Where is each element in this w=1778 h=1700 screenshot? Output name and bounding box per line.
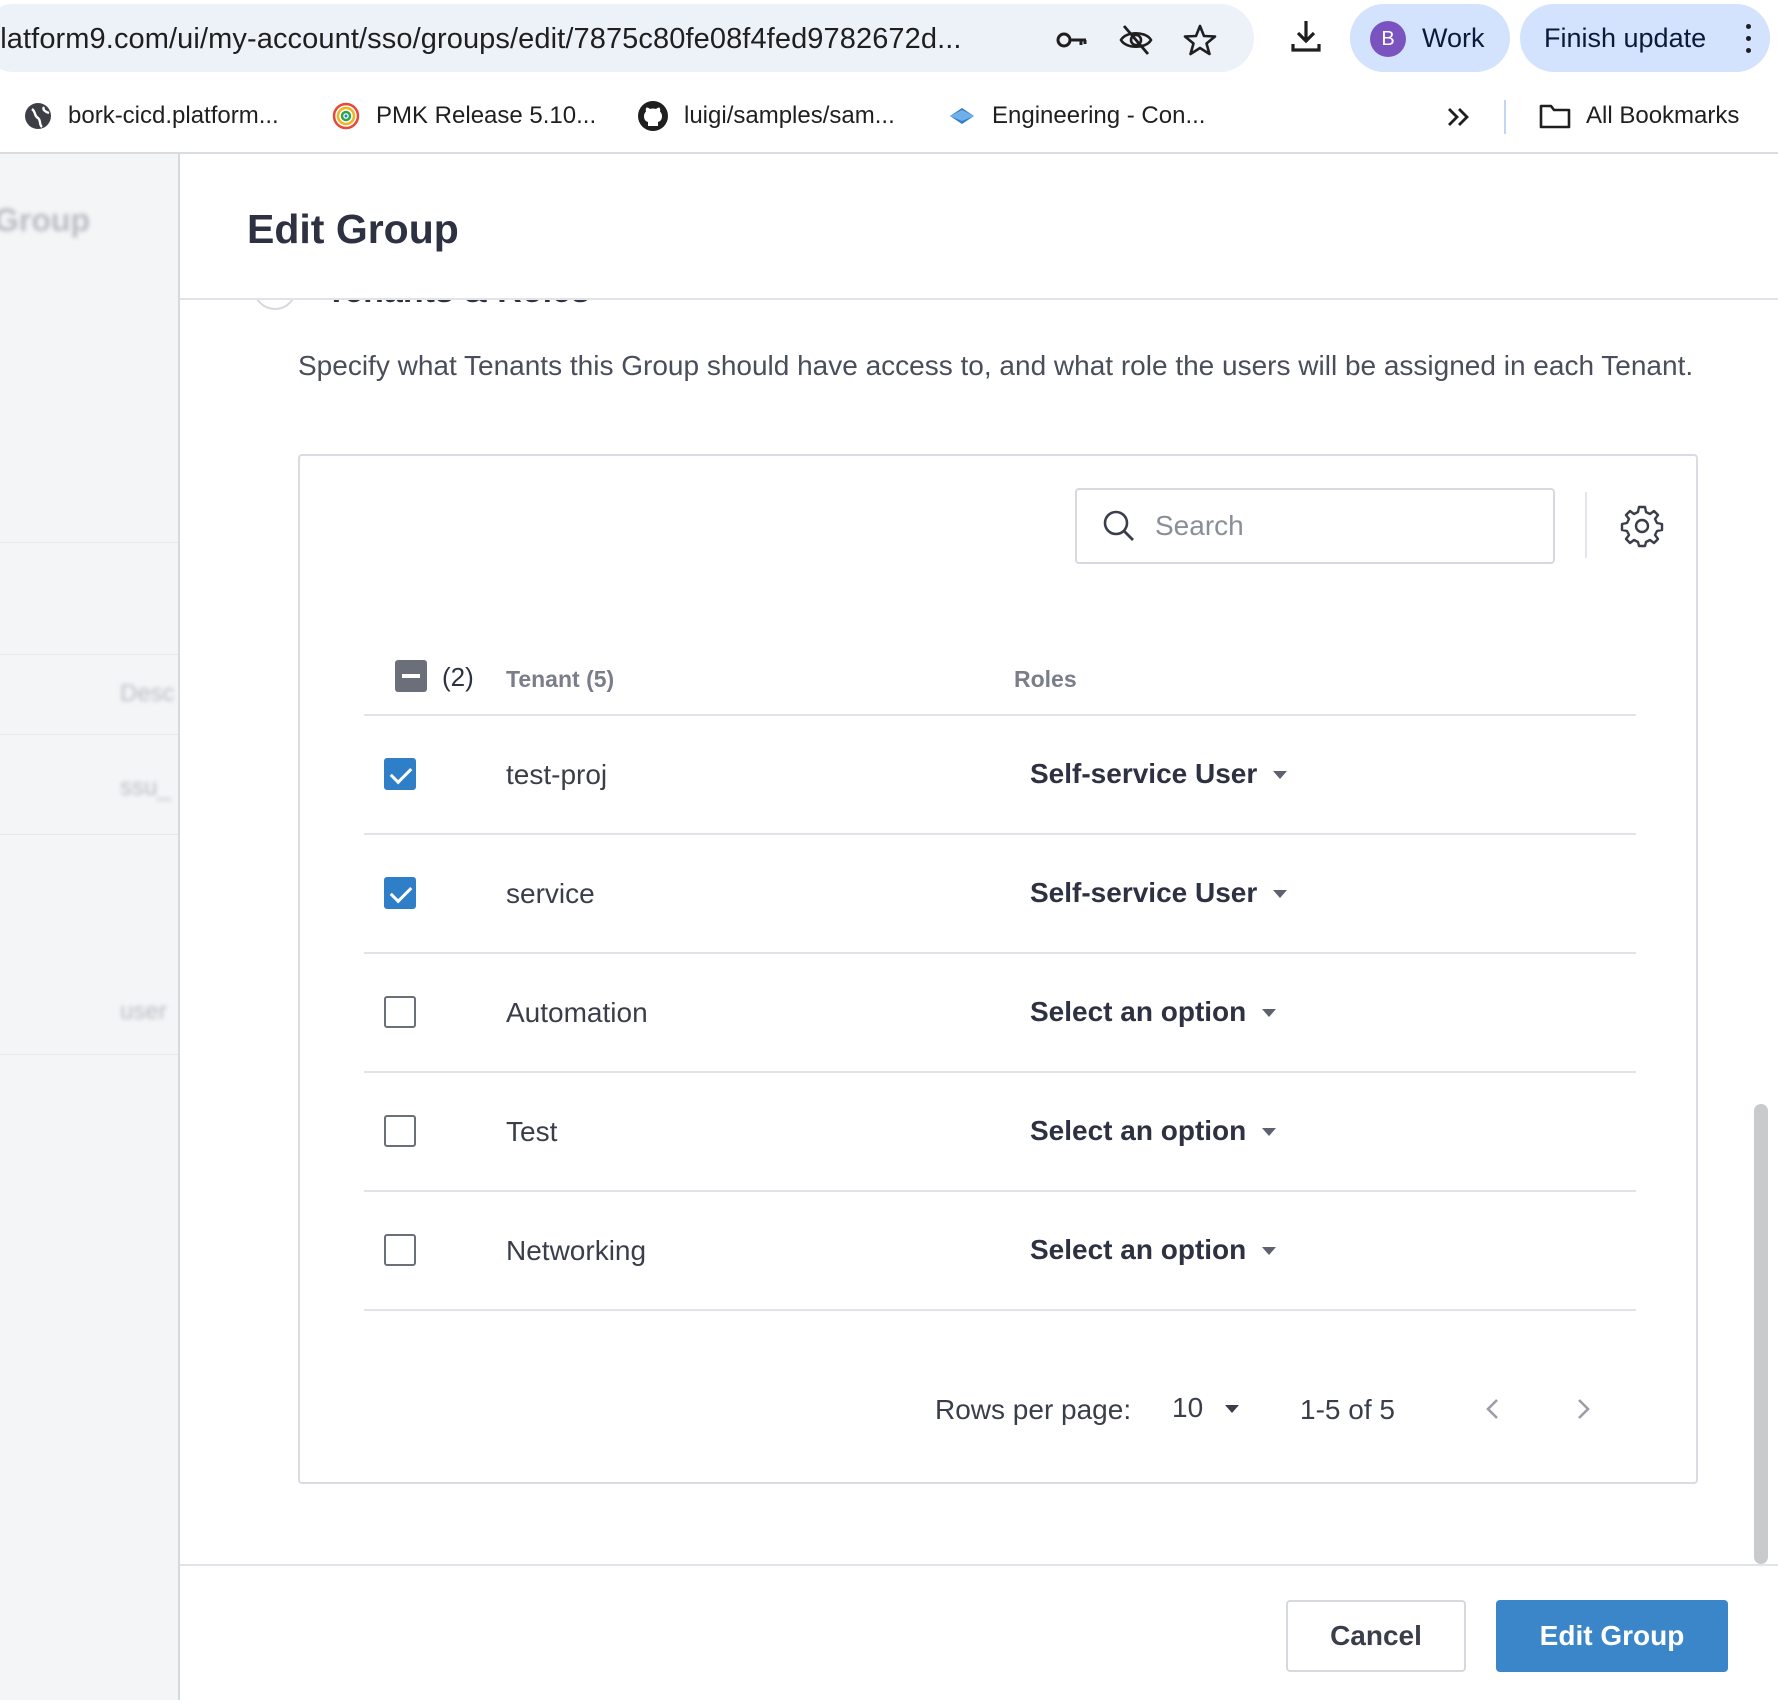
bookmark-item[interactable]: bork-cicd.platform...	[22, 98, 279, 134]
address-bar[interactable]: platform9.com/ui/my-account/sso/groups/e…	[0, 4, 1254, 72]
caret-down-icon	[1262, 1247, 1277, 1255]
url-text[interactable]: platform9.com/ui/my-account/sso/groups/e…	[0, 23, 962, 56]
role-dropdown[interactable]: Select an option	[1030, 996, 1277, 1028]
background-label: ssu_	[120, 774, 171, 801]
selected-count: (2)	[442, 662, 474, 692]
key-icon[interactable]	[1054, 22, 1090, 58]
rows-per-page-value: 10	[1172, 1392, 1204, 1423]
caret-down-icon	[1262, 1128, 1277, 1136]
bookmarks-bar: bork-cicd.platform... PMK Release 5.10..…	[0, 78, 1778, 154]
gear-icon[interactable]	[1620, 504, 1664, 548]
search-field[interactable]	[1075, 488, 1555, 564]
background-title: Group	[0, 202, 90, 238]
bookmark-item[interactable]: Engineering - Con...	[946, 98, 1205, 134]
kebab-menu-icon[interactable]	[1746, 24, 1752, 54]
drawer-footer: Cancel Edit Group	[180, 1564, 1778, 1700]
edit-group-button[interactable]: Edit Group	[1496, 1600, 1728, 1672]
background-label: Desc	[120, 680, 175, 707]
row-checkbox[interactable]	[384, 1115, 416, 1147]
bookmark-label: luigi/samples/sam...	[684, 102, 895, 129]
table-row: test-proj Self-service User	[364, 716, 1636, 835]
role-value: Select an option	[1030, 996, 1247, 1027]
search-icon	[1103, 510, 1134, 541]
table-header: (2) Tenant (5) Roles	[364, 646, 1636, 716]
star-icon[interactable]	[1182, 22, 1218, 58]
role-value: Select an option	[1030, 1115, 1247, 1146]
confluence-icon	[950, 108, 974, 124]
tenant-name: Automation	[506, 997, 648, 1028]
folder-icon	[1539, 104, 1571, 129]
row-checkbox[interactable]	[384, 877, 416, 909]
tenant-name: Networking	[506, 1235, 647, 1266]
page-title: Edit Group	[247, 206, 459, 252]
tenants-table-card: (2) Tenant (5) Roles test-proj Self-serv…	[298, 454, 1698, 1484]
pagination-range: 1-5 of 5	[1300, 1394, 1395, 1425]
background-label: user	[120, 998, 167, 1025]
profile-button[interactable]: B Work	[1350, 4, 1510, 72]
spiral-icon	[332, 102, 360, 130]
avatar: B	[1370, 21, 1406, 57]
finish-update-label: Finish update	[1544, 23, 1707, 53]
bookmark-label: bork-cicd.platform...	[68, 102, 279, 129]
toolbar-divider	[1585, 492, 1587, 558]
download-icon[interactable]	[1286, 16, 1326, 56]
table-row: Networking Select an option	[364, 1192, 1636, 1311]
bookmark-item[interactable]: luigi/samples/sam...	[636, 98, 895, 134]
background-page: Group Desc ssu_ user	[0, 154, 178, 1700]
bookmark-item[interactable]: PMK Release 5.10...	[330, 98, 596, 134]
caret-down-icon	[1262, 1009, 1277, 1017]
chevron-double-right-icon[interactable]	[1446, 106, 1472, 128]
globe-icon	[25, 103, 51, 129]
background-divider	[0, 834, 178, 835]
caret-down-icon	[1273, 771, 1288, 779]
scrollbar-thumb[interactable]	[1754, 1104, 1768, 1564]
row-checkbox[interactable]	[384, 996, 416, 1028]
eye-off-icon[interactable]	[1118, 22, 1154, 58]
github-icon	[638, 101, 668, 131]
edit-group-drawer: Edit Group Tenants & Roles Specify what …	[178, 154, 1778, 1700]
role-value: Self-service User	[1030, 758, 1258, 789]
background-divider	[0, 1054, 178, 1055]
tenant-name: Test	[506, 1116, 558, 1147]
row-checkbox[interactable]	[384, 758, 416, 790]
role-dropdown[interactable]: Self-service User	[1030, 877, 1288, 909]
role-dropdown[interactable]: Self-service User	[1030, 758, 1288, 790]
bookmark-label: Engineering - Con...	[992, 102, 1206, 129]
role-value: Self-service User	[1030, 877, 1258, 908]
browser-toolbar: platform9.com/ui/my-account/sso/groups/e…	[0, 0, 1778, 78]
caret-down-icon	[1273, 890, 1288, 898]
rows-per-page-select[interactable]: 10	[1172, 1392, 1240, 1424]
tenant-name: service	[506, 878, 595, 909]
role-value: Select an option	[1030, 1234, 1247, 1265]
role-dropdown[interactable]: Select an option	[1030, 1234, 1277, 1266]
column-header-tenant[interactable]: Tenant (5)	[506, 666, 614, 693]
table-row: service Self-service User	[364, 835, 1636, 954]
drawer-header: Edit Group	[180, 154, 1778, 300]
bookmarks-divider	[1504, 100, 1506, 134]
rows-per-page-label: Rows per page:	[935, 1394, 1132, 1425]
chevron-left-icon[interactable]	[1478, 1394, 1508, 1424]
pagination: Rows per page: 10 1-5 of 5	[300, 1386, 1700, 1436]
caret-down-icon	[1225, 1405, 1240, 1413]
step-description: Specify what Tenants this Group should h…	[298, 350, 1694, 381]
row-checkbox[interactable]	[384, 1234, 416, 1266]
background-divider	[0, 542, 178, 543]
column-header-roles: Roles	[1014, 666, 1077, 692]
background-divider	[0, 654, 178, 655]
all-bookmarks-button[interactable]: All Bookmarks	[1538, 98, 1739, 134]
select-all-checkbox[interactable]	[395, 660, 427, 692]
finish-update-button[interactable]: Finish update	[1520, 4, 1770, 72]
role-dropdown[interactable]: Select an option	[1030, 1115, 1277, 1147]
background-divider	[0, 734, 178, 735]
search-input[interactable]	[1155, 510, 1535, 542]
table-row: Test Select an option	[364, 1073, 1636, 1192]
bookmark-label: PMK Release 5.10...	[376, 102, 597, 129]
chevron-right-icon[interactable]	[1568, 1394, 1598, 1424]
profile-label: Work	[1422, 23, 1485, 53]
all-bookmarks-label: All Bookmarks	[1586, 102, 1740, 129]
tenant-name: test-proj	[506, 759, 608, 790]
table-row: Automation Select an option	[364, 954, 1636, 1073]
cancel-button[interactable]: Cancel	[1286, 1600, 1466, 1672]
